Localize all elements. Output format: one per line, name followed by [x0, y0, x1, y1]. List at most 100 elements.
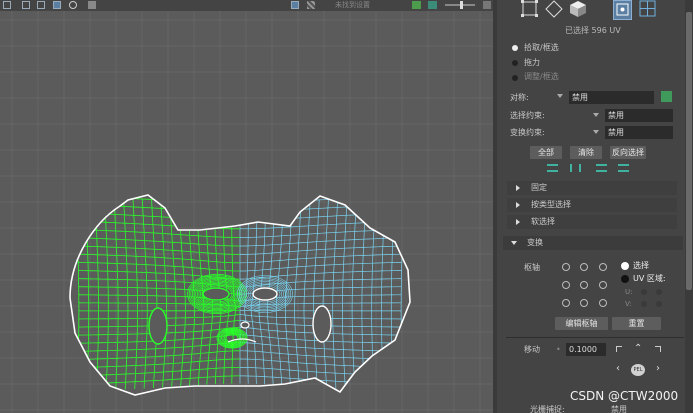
texture-borders-icon[interactable]	[37, 1, 45, 9]
move-right-icon[interactable]: ›	[656, 364, 660, 374]
pivot-radio-top-right[interactable]	[599, 263, 607, 271]
uv-editor-viewport[interactable]: 未找到设置	[0, 0, 497, 413]
nose-hole	[240, 321, 250, 329]
section-transform-label: 变换	[527, 238, 543, 247]
distribute-icon[interactable]	[618, 164, 629, 172]
exposure-slider-handle[interactable]	[460, 1, 463, 9]
transform-constraint-label: 变换约束:	[510, 128, 545, 137]
selection-constraint-dropdown[interactable]: 禁用	[605, 109, 673, 122]
pivot-radio-bottom-right[interactable]	[599, 299, 607, 307]
mode-radio-pick[interactable]	[512, 45, 518, 51]
watermark: CSDN @CTW2000	[570, 389, 679, 403]
uv-grid-icon[interactable]	[639, 0, 657, 18]
align-right-icon[interactable]	[596, 164, 607, 172]
pivot-radio-top-center[interactable]	[580, 263, 588, 271]
viewport-toolbar: 未找到设置	[0, 0, 497, 11]
move-up-right-icon[interactable]	[655, 346, 661, 352]
v-label: V:	[625, 300, 632, 308]
u-radio-2[interactable]	[656, 289, 662, 295]
grid-toggle-icon[interactable]	[3, 1, 11, 9]
selection-constraint-value: 禁用	[608, 111, 624, 120]
left-eye-hole	[202, 287, 230, 301]
snapshot-icon[interactable]	[88, 1, 96, 9]
pivot-mode-uv-label: UV 区域:	[633, 274, 666, 283]
partial-row-label: 光栅捕捉:	[530, 405, 565, 413]
viewport-menu-icon[interactable]	[483, 1, 491, 9]
mode-label-tweak: 调整/框选	[524, 72, 559, 81]
right-eye-hole	[252, 287, 278, 301]
mode-label-drag: 拖力	[524, 58, 540, 67]
symmetry-label: 对称:	[510, 93, 529, 102]
pivot-mode-select-radio[interactable]	[621, 262, 629, 270]
isolate-icon[interactable]	[69, 1, 77, 9]
symmetry-value: 禁用	[572, 93, 588, 102]
v-radio[interactable]	[641, 301, 647, 307]
pattern-icon[interactable]	[307, 1, 315, 9]
mode-radio-tweak[interactable]	[512, 75, 518, 81]
section-soft-select-label: 软选择	[531, 217, 555, 226]
move-step-icon: •	[556, 345, 561, 354]
chevron-right-icon	[516, 219, 520, 225]
selection-count: 已选择 596 UV	[565, 26, 621, 35]
checker-icon[interactable]	[291, 1, 299, 9]
move-up-icon[interactable]: ⌃	[634, 344, 642, 354]
mode-label-pick: 拾取/框选	[524, 43, 559, 52]
pivot-radio-mid-left[interactable]	[562, 281, 570, 289]
pivot-radio-bottom-center[interactable]	[580, 299, 588, 307]
image-icon[interactable]	[428, 1, 437, 9]
divider	[506, 337, 684, 338]
align-center-icon[interactable]	[570, 164, 581, 172]
distortion-icon[interactable]	[53, 1, 61, 9]
chevron-down-icon	[593, 130, 599, 134]
u-radio[interactable]	[641, 289, 647, 295]
move-value: 0.1000	[569, 345, 597, 354]
pivot-radio-mid-center[interactable]	[580, 281, 588, 289]
section-pin-label: 固定	[531, 183, 547, 192]
channel-icon[interactable]	[412, 1, 421, 9]
move-up-left-icon[interactable]	[616, 346, 622, 352]
clear-selection-button[interactable]: 清除	[570, 146, 602, 159]
image-setting-status: 未找到设置	[335, 1, 370, 9]
left-ear-hole	[148, 307, 168, 345]
section-select-by-type-label: 按类型选择	[531, 200, 571, 209]
transform-constraint-dropdown[interactable]: 禁用	[605, 126, 673, 139]
v-radio-2[interactable]	[656, 301, 662, 307]
u-label: U:	[625, 288, 633, 296]
uv-selection-mode-button[interactable]	[613, 0, 632, 20]
move-center-button[interactable]: PEL	[631, 364, 645, 376]
invert-selection-button[interactable]: 反向选择	[610, 146, 646, 159]
uv-canvas[interactable]	[0, 0, 497, 413]
mode-radio-drag[interactable]	[512, 60, 518, 66]
right-ear-hole	[312, 305, 332, 343]
select-all-button[interactable]: 全部	[530, 146, 562, 159]
transform-constraint-value: 禁用	[608, 128, 624, 137]
pivot-mode-select-label: 选择	[633, 261, 649, 270]
grid-lines	[0, 11, 493, 413]
align-left-icon[interactable]	[547, 164, 558, 172]
partial-row-value: 禁用	[611, 405, 627, 413]
chevron-down-icon	[593, 113, 599, 117]
move-value-field[interactable]: 0.1000	[566, 343, 606, 356]
selection-constraint-label: 选择约束:	[510, 111, 545, 120]
move-label: 移动	[524, 345, 540, 354]
pivot-radio-bottom-left[interactable]	[562, 299, 570, 307]
panel-scrollbar-thumb[interactable]	[686, 12, 692, 290]
chevron-down-icon	[557, 94, 563, 98]
reset-pivot-button[interactable]: 重置	[612, 317, 661, 330]
chevron-right-icon	[516, 185, 520, 191]
shaded-uv-icon[interactable]	[22, 1, 30, 9]
symmetry-options-icon[interactable]	[661, 91, 672, 102]
move-center-label: PEL	[633, 367, 643, 373]
uv-points-icon	[616, 3, 629, 16]
pivot-mode-uv-radio[interactable]	[621, 275, 629, 283]
uv-diamond-icon[interactable]	[545, 0, 563, 18]
move-left-icon[interactable]: ‹	[616, 364, 620, 374]
pivot-radio-mid-right[interactable]	[599, 281, 607, 289]
symmetry-dropdown[interactable]: 禁用	[569, 91, 654, 104]
uv-shell-icon[interactable]	[520, 0, 540, 18]
pivot-label: 枢轴	[524, 263, 540, 272]
uv-cube-icon[interactable]	[569, 0, 587, 18]
edit-pivot-button[interactable]: 编辑枢轴	[555, 317, 608, 330]
pivot-radio-top-left[interactable]	[562, 263, 570, 271]
chevron-down-icon	[511, 241, 517, 245]
